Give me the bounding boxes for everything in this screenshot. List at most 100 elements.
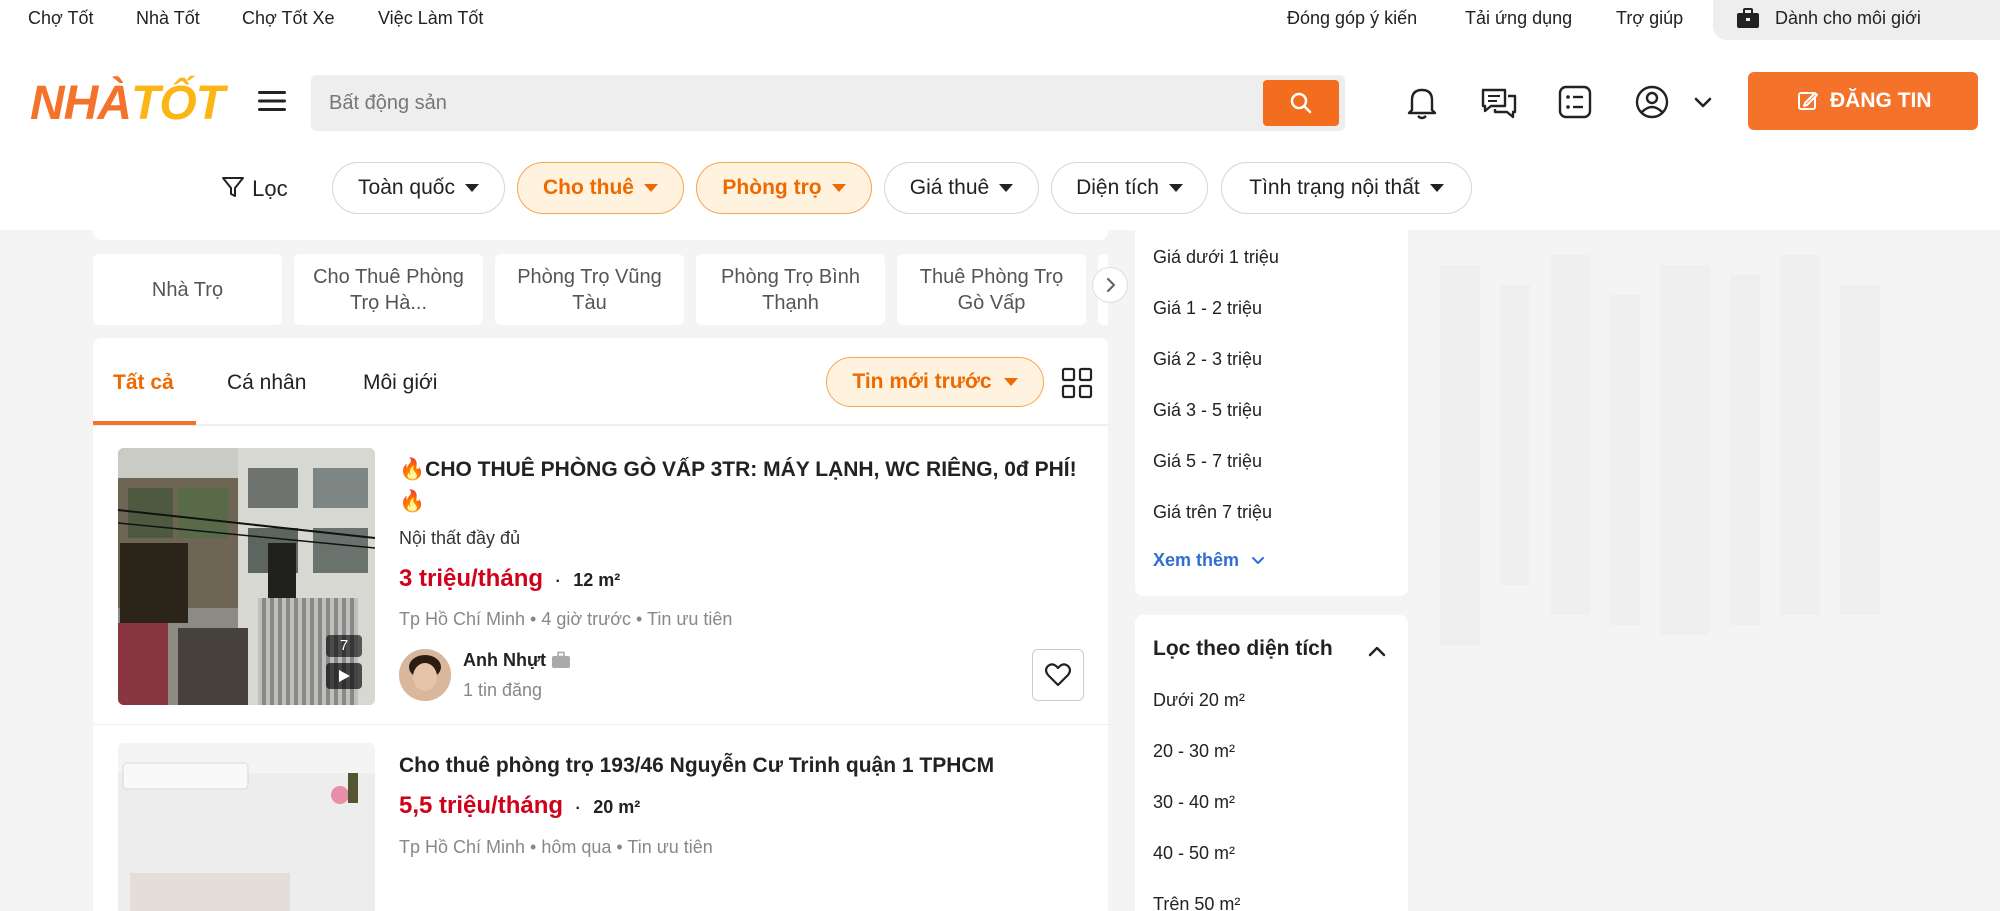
search-icon [1290, 92, 1312, 114]
user-icon[interactable] [1630, 80, 1674, 124]
grid-view-icon[interactable] [1060, 366, 1094, 400]
seller-post-count: 1 tin đăng [463, 680, 543, 700]
listing-divider [93, 724, 1108, 725]
area-option-4[interactable]: 40 - 50 m² [1153, 843, 1235, 864]
price-option-5[interactable]: Giá 5 - 7 triệu [1153, 451, 1262, 472]
play-icon [339, 670, 350, 682]
see-more-label: Xem thêm [1153, 550, 1240, 570]
see-more-link[interactable]: Xem thêm [1153, 550, 1266, 571]
listing-1-furniture: Nội thất đầy đủ [399, 528, 521, 548]
chip-rent[interactable]: Cho thuê [517, 162, 684, 214]
area-option-1[interactable]: Dưới 20 m² [1153, 690, 1245, 711]
sort-dropdown[interactable]: Tin mới trước [826, 357, 1044, 407]
seller-name[interactable]: Anh Nhựt [463, 650, 546, 670]
logo[interactable]: NHÀTỐT [30, 77, 225, 130]
chip-rent-label: Cho thuê [543, 176, 634, 199]
area-option-3[interactable]: 30 - 40 m² [1153, 792, 1235, 813]
save-favorite-button[interactable] [1032, 649, 1084, 701]
post-ad-button[interactable]: ĐĂNG TIN [1748, 72, 1978, 130]
search-button[interactable] [1263, 80, 1339, 126]
quick-tag-3[interactable]: Phòng Trọ Vũng Tàu [495, 254, 684, 325]
price-option-2[interactable]: Giá 1 - 2 triệu [1153, 298, 1262, 319]
chevron-down-icon[interactable] [1692, 91, 1714, 113]
listing-2-title[interactable]: Cho thuê phòng trọ 193/46 Nguyễn Cư Trin… [399, 750, 994, 782]
tab-broker[interactable]: Môi giới [363, 371, 437, 395]
download-app-link[interactable]: Tải ứng dụng [1465, 8, 1572, 29]
price-option-4[interactable]: Giá 3 - 5 triệu [1153, 400, 1262, 421]
tabs-divider [93, 424, 1108, 426]
chip-location[interactable]: Toàn quốc [332, 162, 505, 214]
search-input[interactable] [329, 75, 1229, 131]
quick-tags-next-button[interactable] [1092, 267, 1128, 303]
post-ad-label: ĐĂNG TIN [1830, 89, 1932, 112]
logo-part-1: NHÀ [30, 77, 132, 130]
listing-2-area: 20 m² [593, 797, 641, 817]
price-option-3[interactable]: Giá 2 - 3 triệu [1153, 349, 1262, 370]
help-link[interactable]: Trợ giúp [1616, 8, 1683, 29]
filter-label: Lọc [252, 176, 288, 201]
topbar-link-cho-tot-xe[interactable]: Chợ Tốt Xe [242, 8, 335, 29]
chip-room-type-label: Phòng trọ [722, 176, 822, 199]
quick-tag-5[interactable]: Thuê Phòng Trọ Gò Vấp [897, 254, 1086, 325]
ad-placeholder-graphic [1440, 255, 1880, 645]
briefcase-icon [1737, 8, 1759, 28]
seller-name-row: Anh Nhựt [463, 650, 571, 671]
chip-furniture[interactable]: Tình trạng nội thất [1221, 162, 1472, 214]
area-option-5[interactable]: Trên 50 m² [1153, 894, 1240, 911]
briefcase-icon [552, 651, 571, 668]
topbar-link-viec-lam-tot[interactable]: Việc Làm Tốt [378, 8, 483, 29]
tab-all[interactable]: Tất cả [113, 371, 174, 395]
edit-icon [1798, 92, 1818, 110]
caret-down-icon [1429, 184, 1444, 192]
listing-1-price-row: 3 triệu/tháng · 12 m² [399, 565, 621, 592]
price-option-6[interactable]: Giá trên 7 triệu [1153, 502, 1272, 523]
heart-icon [1045, 663, 1071, 687]
topbar-link-nha-tot[interactable]: Nhà Tốt [136, 8, 200, 29]
video-badge [326, 663, 362, 689]
area-option-2[interactable]: 20 - 30 m² [1153, 741, 1235, 762]
listing-1-area: 12 m² [573, 570, 621, 590]
listing-1-image[interactable]: 7 [118, 448, 375, 705]
listing-1-meta: Tp Hồ Chí Minh • 4 giờ trước • Tin ưu ti… [399, 609, 733, 629]
logo-part-2: TỐT [131, 77, 225, 130]
chat-icon[interactable] [1477, 80, 1521, 124]
menu-icon[interactable] [255, 86, 289, 116]
listing-2-image[interactable] [118, 743, 375, 911]
room-photo [118, 743, 375, 911]
caret-down-icon [831, 184, 846, 192]
tab-active-indicator [93, 421, 196, 425]
listing-2-meta: Tp Hồ Chí Minh • hôm qua • Tin ưu tiên [399, 837, 713, 857]
quick-tag-2[interactable]: Cho Thuê Phòng Trọ Hà... [294, 254, 483, 325]
tab-personal[interactable]: Cá nhân [227, 371, 306, 395]
listing-1-title[interactable]: 🔥CHO THUÊ PHÒNG GÒ VẤP 3TR: MÁY LẠNH, WC… [399, 454, 1079, 518]
filter-button[interactable]: Lọc [220, 174, 288, 202]
caret-down-icon [464, 184, 479, 192]
chevron-right-icon [1106, 277, 1116, 293]
caret-down-icon [999, 184, 1014, 192]
sort-label: Tin mới trước [852, 370, 992, 393]
caret-down-icon [643, 184, 658, 192]
chip-area[interactable]: Diện tích [1051, 162, 1208, 214]
area-filter-title[interactable]: Lọc theo diện tích [1153, 637, 1333, 661]
seller-avatar[interactable] [399, 649, 451, 701]
list-icon[interactable] [1553, 80, 1597, 124]
chevron-up-icon[interactable] [1366, 641, 1388, 663]
chip-location-label: Toàn quốc [358, 176, 455, 199]
topbar-link-cho-tot[interactable]: Chợ Tốt [28, 8, 94, 29]
filter-icon [222, 177, 244, 197]
bell-icon[interactable] [1400, 80, 1444, 124]
chip-price[interactable]: Giá thuê [884, 162, 1039, 214]
listing-2-price-row: 5,5 triệu/tháng · 20 m² [399, 792, 641, 819]
caret-down-icon [1168, 184, 1183, 192]
broker-label: Dành cho môi giới [1775, 8, 1921, 28]
price-option-1[interactable]: Giá dưới 1 triệu [1153, 247, 1279, 268]
feedback-link[interactable]: Đóng góp ý kiến [1287, 8, 1417, 29]
chevron-down-icon [1252, 557, 1265, 564]
caret-down-icon [1003, 378, 1018, 386]
quick-tag-1[interactable]: Nhà Trọ [93, 254, 282, 325]
broker-button[interactable]: Dành cho môi giới [1713, 0, 2000, 40]
previous-card-bottom [93, 222, 1108, 240]
chip-room-type[interactable]: Phòng trọ [696, 162, 872, 214]
quick-tag-4[interactable]: Phòng Trọ Bình Thạnh [696, 254, 885, 325]
chip-furniture-label: Tình trạng nội thất [1249, 176, 1420, 199]
